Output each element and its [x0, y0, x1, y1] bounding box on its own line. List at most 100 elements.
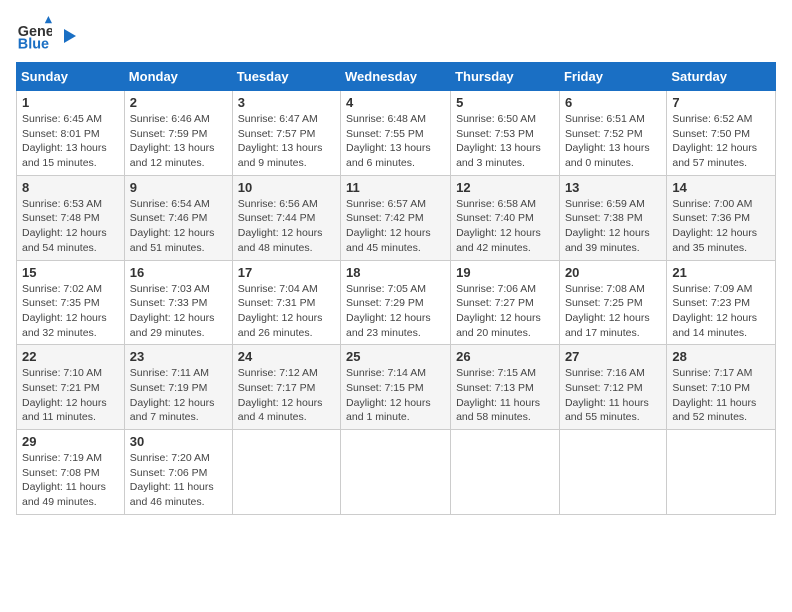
calendar-cell: 30 Sunrise: 7:20 AM Sunset: 7:06 PM Dayl… — [124, 430, 232, 515]
calendar-week-1: 1 Sunrise: 6:45 AM Sunset: 8:01 PM Dayli… — [17, 91, 776, 176]
day-info: Sunrise: 6:58 AM Sunset: 7:40 PM Dayligh… — [456, 197, 554, 256]
calendar-week-5: 29 Sunrise: 7:19 AM Sunset: 7:08 PM Dayl… — [17, 430, 776, 515]
calendar-cell: 29 Sunrise: 7:19 AM Sunset: 7:08 PM Dayl… — [17, 430, 125, 515]
calendar-cell — [341, 430, 451, 515]
calendar-cell: 6 Sunrise: 6:51 AM Sunset: 7:52 PM Dayli… — [559, 91, 666, 176]
calendar-week-4: 22 Sunrise: 7:10 AM Sunset: 7:21 PM Dayl… — [17, 345, 776, 430]
day-info: Sunrise: 7:11 AM Sunset: 7:19 PM Dayligh… — [130, 366, 227, 425]
day-number: 28 — [672, 349, 770, 364]
calendar-cell: 10 Sunrise: 6:56 AM Sunset: 7:44 PM Dayl… — [232, 175, 340, 260]
calendar-cell: 19 Sunrise: 7:06 AM Sunset: 7:27 PM Dayl… — [451, 260, 560, 345]
calendar-header-tuesday: Tuesday — [232, 63, 340, 91]
day-number: 13 — [565, 180, 661, 195]
day-number: 22 — [22, 349, 119, 364]
calendar-header-friday: Friday — [559, 63, 666, 91]
day-info: Sunrise: 6:59 AM Sunset: 7:38 PM Dayligh… — [565, 197, 661, 256]
calendar-header-sunday: Sunday — [17, 63, 125, 91]
day-number: 27 — [565, 349, 661, 364]
day-info: Sunrise: 7:20 AM Sunset: 7:06 PM Dayligh… — [130, 451, 227, 510]
day-info: Sunrise: 6:56 AM Sunset: 7:44 PM Dayligh… — [238, 197, 335, 256]
calendar-cell — [667, 430, 776, 515]
day-info: Sunrise: 7:10 AM Sunset: 7:21 PM Dayligh… — [22, 366, 119, 425]
calendar-cell — [451, 430, 560, 515]
calendar-cell: 17 Sunrise: 7:04 AM Sunset: 7:31 PM Dayl… — [232, 260, 340, 345]
calendar-cell: 18 Sunrise: 7:05 AM Sunset: 7:29 PM Dayl… — [341, 260, 451, 345]
day-number: 17 — [238, 265, 335, 280]
day-number: 12 — [456, 180, 554, 195]
day-info: Sunrise: 7:03 AM Sunset: 7:33 PM Dayligh… — [130, 282, 227, 341]
day-number: 9 — [130, 180, 227, 195]
svg-text:Blue: Blue — [18, 36, 49, 52]
day-info: Sunrise: 7:15 AM Sunset: 7:13 PM Dayligh… — [456, 366, 554, 425]
calendar-header-monday: Monday — [124, 63, 232, 91]
calendar-cell: 11 Sunrise: 6:57 AM Sunset: 7:42 PM Dayl… — [341, 175, 451, 260]
day-info: Sunrise: 6:46 AM Sunset: 7:59 PM Dayligh… — [130, 112, 227, 171]
day-number: 1 — [22, 95, 119, 110]
logo: General Blue — [16, 16, 76, 52]
calendar-cell: 12 Sunrise: 6:58 AM Sunset: 7:40 PM Dayl… — [451, 175, 560, 260]
calendar-cell: 5 Sunrise: 6:50 AM Sunset: 7:53 PM Dayli… — [451, 91, 560, 176]
day-number: 6 — [565, 95, 661, 110]
day-number: 15 — [22, 265, 119, 280]
calendar-cell: 3 Sunrise: 6:47 AM Sunset: 7:57 PM Dayli… — [232, 91, 340, 176]
calendar-header-thursday: Thursday — [451, 63, 560, 91]
day-info: Sunrise: 6:54 AM Sunset: 7:46 PM Dayligh… — [130, 197, 227, 256]
day-number: 16 — [130, 265, 227, 280]
day-info: Sunrise: 6:53 AM Sunset: 7:48 PM Dayligh… — [22, 197, 119, 256]
calendar-cell: 20 Sunrise: 7:08 AM Sunset: 7:25 PM Dayl… — [559, 260, 666, 345]
day-number: 23 — [130, 349, 227, 364]
day-number: 18 — [346, 265, 445, 280]
calendar-cell: 7 Sunrise: 6:52 AM Sunset: 7:50 PM Dayli… — [667, 91, 776, 176]
day-info: Sunrise: 6:51 AM Sunset: 7:52 PM Dayligh… — [565, 112, 661, 171]
day-info: Sunrise: 6:48 AM Sunset: 7:55 PM Dayligh… — [346, 112, 445, 171]
calendar-cell: 25 Sunrise: 7:14 AM Sunset: 7:15 PM Dayl… — [341, 345, 451, 430]
day-info: Sunrise: 7:06 AM Sunset: 7:27 PM Dayligh… — [456, 282, 554, 341]
day-number: 26 — [456, 349, 554, 364]
page-header: General Blue — [16, 16, 776, 52]
calendar-week-3: 15 Sunrise: 7:02 AM Sunset: 7:35 PM Dayl… — [17, 260, 776, 345]
day-info: Sunrise: 6:50 AM Sunset: 7:53 PM Dayligh… — [456, 112, 554, 171]
day-number: 4 — [346, 95, 445, 110]
day-number: 25 — [346, 349, 445, 364]
day-info: Sunrise: 7:02 AM Sunset: 7:35 PM Dayligh… — [22, 282, 119, 341]
day-number: 3 — [238, 95, 335, 110]
calendar-cell: 22 Sunrise: 7:10 AM Sunset: 7:21 PM Dayl… — [17, 345, 125, 430]
calendar-cell: 8 Sunrise: 6:53 AM Sunset: 7:48 PM Dayli… — [17, 175, 125, 260]
calendar-cell — [232, 430, 340, 515]
calendar-header-saturday: Saturday — [667, 63, 776, 91]
day-number: 29 — [22, 434, 119, 449]
day-info: Sunrise: 7:17 AM Sunset: 7:10 PM Dayligh… — [672, 366, 770, 425]
day-number: 30 — [130, 434, 227, 449]
day-number: 14 — [672, 180, 770, 195]
logo-arrow-icon — [58, 27, 76, 45]
day-number: 24 — [238, 349, 335, 364]
day-number: 8 — [22, 180, 119, 195]
day-info: Sunrise: 6:57 AM Sunset: 7:42 PM Dayligh… — [346, 197, 445, 256]
day-info: Sunrise: 6:47 AM Sunset: 7:57 PM Dayligh… — [238, 112, 335, 171]
day-number: 10 — [238, 180, 335, 195]
day-info: Sunrise: 7:05 AM Sunset: 7:29 PM Dayligh… — [346, 282, 445, 341]
day-info: Sunrise: 7:00 AM Sunset: 7:36 PM Dayligh… — [672, 197, 770, 256]
day-info: Sunrise: 7:04 AM Sunset: 7:31 PM Dayligh… — [238, 282, 335, 341]
day-info: Sunrise: 7:08 AM Sunset: 7:25 PM Dayligh… — [565, 282, 661, 341]
day-info: Sunrise: 6:45 AM Sunset: 8:01 PM Dayligh… — [22, 112, 119, 171]
calendar-cell: 4 Sunrise: 6:48 AM Sunset: 7:55 PM Dayli… — [341, 91, 451, 176]
calendar-header-wednesday: Wednesday — [341, 63, 451, 91]
day-number: 7 — [672, 95, 770, 110]
day-number: 20 — [565, 265, 661, 280]
calendar-cell: 2 Sunrise: 6:46 AM Sunset: 7:59 PM Dayli… — [124, 91, 232, 176]
calendar-body: 1 Sunrise: 6:45 AM Sunset: 8:01 PM Dayli… — [17, 91, 776, 515]
calendar-cell: 28 Sunrise: 7:17 AM Sunset: 7:10 PM Dayl… — [667, 345, 776, 430]
calendar-cell — [559, 430, 666, 515]
day-info: Sunrise: 6:52 AM Sunset: 7:50 PM Dayligh… — [672, 112, 770, 171]
day-number: 2 — [130, 95, 227, 110]
day-number: 19 — [456, 265, 554, 280]
calendar-cell: 15 Sunrise: 7:02 AM Sunset: 7:35 PM Dayl… — [17, 260, 125, 345]
calendar-cell: 9 Sunrise: 6:54 AM Sunset: 7:46 PM Dayli… — [124, 175, 232, 260]
calendar-week-2: 8 Sunrise: 6:53 AM Sunset: 7:48 PM Dayli… — [17, 175, 776, 260]
calendar-table: SundayMondayTuesdayWednesdayThursdayFrid… — [16, 62, 776, 515]
logo-icon: General Blue — [16, 16, 52, 52]
calendar-cell: 13 Sunrise: 6:59 AM Sunset: 7:38 PM Dayl… — [559, 175, 666, 260]
calendar-cell: 24 Sunrise: 7:12 AM Sunset: 7:17 PM Dayl… — [232, 345, 340, 430]
calendar-header-row: SundayMondayTuesdayWednesdayThursdayFrid… — [17, 63, 776, 91]
